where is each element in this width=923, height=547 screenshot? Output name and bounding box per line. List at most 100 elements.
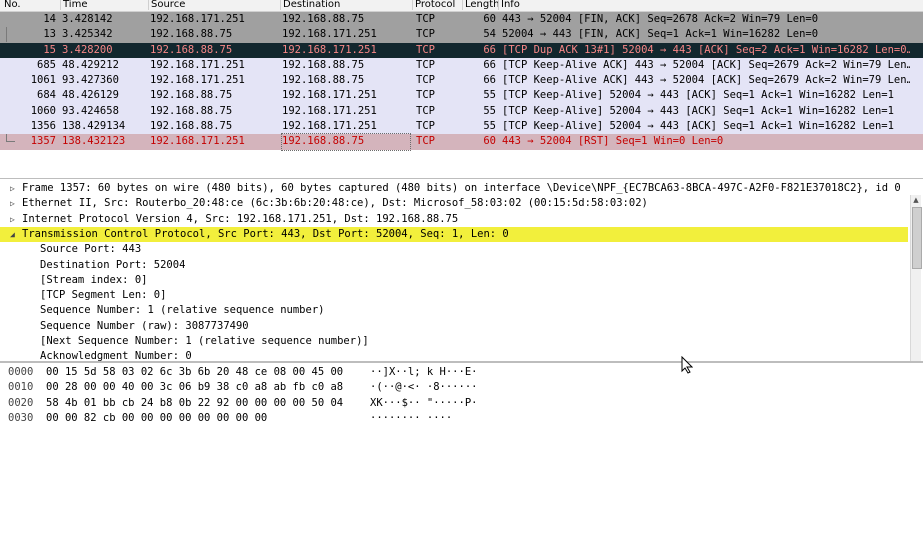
bytes-offset: 0010 [8, 381, 34, 394]
packet-row[interactable]: 685 48.429212 192.168.171.251 192.168.88.75… [0, 57, 923, 74]
packet-len-cell: 60 [483, 13, 496, 25]
packet-no-cell: 13 [43, 28, 56, 41]
packet-dst-cell: 192.168.171.251 [282, 120, 377, 133]
packet-no-cell: 1357 [30, 135, 56, 148]
packet-len-cell: 55 [483, 104, 496, 117]
tcp-field-label: Sequence Number: 1 (relative sequence nu… [40, 304, 325, 317]
column-header-source[interactable]: Source [148, 0, 185, 10]
detail-tree-label: Internet Protocol Version 4, Src: 192.16… [22, 212, 459, 225]
packet-info-cell: 52004 → 443 [FIN, ACK] Seq=1 Ack=1 Win=1… [502, 28, 819, 41]
collapsed-arrow-icon[interactable]: ▷ [10, 212, 16, 227]
tcp-field-label: Acknowledgment Number: 0 [40, 350, 192, 362]
bytes-hex: 00 15 5d 58 03 02 6c 3b 6b 20 48 ce 08 0… [46, 366, 344, 378]
packet-dst-cell: 192.168.171.251 [282, 43, 377, 56]
packet-row[interactable]: 1357 138.432123 192.168.171.251 192.168.88.… [0, 133, 923, 151]
tcp-field-label: Sequence Number (raw): 3087737490 [40, 319, 249, 332]
packet-proto-cell: TCP [416, 28, 435, 41]
bytes-offset: 0030 [8, 411, 34, 424]
bytes-ascii: ·(··@·<· ·8······ [370, 381, 478, 394]
packet-dst-cell: 192.168.88.75 [282, 13, 365, 25]
packet-proto-cell: TCP [416, 58, 435, 71]
packet-len-cell: 66 [483, 58, 496, 71]
packet-no-cell: 14 [43, 13, 56, 25]
detail-tree-label: Ethernet II, Src: Routerbo_20:48:ce (6c:… [22, 197, 648, 210]
packet-details-pane[interactable]: ▷ Frame 1357: 60 bytes on wire (480 bits)… [0, 178, 923, 362]
packet-src-cell: 192.168.88.75 [150, 89, 233, 102]
packet-src-cell: 192.168.171.251 [150, 74, 245, 87]
packet-dst-cell: 192.168.171.251 [282, 28, 377, 41]
collapsed-arrow-icon[interactable]: ▷ [10, 181, 16, 196]
packet-src-cell: 192.168.88.75 [150, 43, 233, 56]
packet-time-cell: 138.432123 [62, 135, 126, 148]
column-header-protocol[interactable]: Protocol [412, 0, 455, 10]
scroll-up-arrow-icon[interactable]: ▲ [911, 195, 921, 205]
collapsed-arrow-icon[interactable]: ▷ [10, 196, 16, 211]
bytes-offset: 0000 [8, 366, 34, 378]
packet-info-cell: 443 → 52004 [RST] Seq=1 Win=0 Len=0 [502, 135, 724, 148]
tcp-field-label: Destination Port: 52004 [40, 258, 186, 271]
packet-len-cell: 54 [483, 28, 496, 41]
bytes-row[interactable]: 0030 00 00 82 cb 00 00 00 00 00 00 00 00 ·… [0, 411, 900, 426]
detail-tree-item[interactable]: ◢ Transmission Control Protocol, Src Port… [0, 226, 908, 242]
detail-tree-label: Frame 1357: 60 bytes on wire (480 bits),… [22, 182, 901, 194]
tcp-field-label: Source Port: 443 [40, 243, 142, 256]
details-scrollbar[interactable]: ▲ ▼ [910, 195, 922, 361]
column-header-no[interactable]: No. [4, 0, 21, 10]
mouse-pointer-icon [681, 356, 693, 374]
packet-row[interactable]: 14 3.428142 192.168.171.251 192.168.88.75 TC… [0, 12, 923, 28]
packet-row[interactable]: 684 48.426129 192.168.88.75 192.168.171.251… [0, 88, 923, 104]
packet-row[interactable]: 15 3.428200 192.168.88.75 192.168.171.251 TC… [0, 42, 923, 58]
bytes-ascii: XK···$·· "·····P· [370, 396, 478, 409]
packet-row[interactable]: 1061 93.427360 192.168.171.251 192.168.88.7… [0, 73, 923, 89]
bytes-row[interactable]: 0000 00 15 5d 58 03 02 6c 3b 6b 20 48 ce … [0, 365, 900, 380]
packet-src-cell: 192.168.171.251 [150, 135, 245, 148]
packet-time-cell: 3.428142 [62, 13, 113, 25]
packet-proto-cell: TCP [416, 120, 435, 133]
packet-src-cell: 192.168.88.75 [150, 120, 233, 133]
packet-src-cell: 192.168.171.251 [150, 58, 245, 71]
packet-src-cell: 192.168.88.75 [150, 28, 233, 41]
packet-row[interactable]: 13 3.425342 192.168.88.75 192.168.171.251 TC… [0, 27, 923, 43]
bytes-hex: 58 4b 01 bb cb 24 b8 0b 22 92 00 00 00 0… [46, 396, 344, 409]
packet-proto-cell: TCP [416, 74, 435, 87]
packet-len-cell: 55 [483, 120, 496, 133]
packet-info-cell: 443 → 52004 [FIN, ACK] Seq=2678 Ack=2 Wi… [502, 13, 819, 25]
bytes-offset: 0020 [8, 396, 34, 409]
bytes-ascii: ········ ···· [370, 411, 453, 424]
packet-bytes-pane[interactable]: 0000 00 15 5d 58 03 02 6c 3b 6b 20 48 ce … [0, 362, 923, 547]
packet-no-cell: 684 [37, 89, 56, 102]
column-header-time[interactable]: Time [60, 0, 87, 10]
packet-info-cell: [TCP Keep-Alive] 52004 → 443 [ACK] Seq=1… [502, 120, 894, 133]
bytes-hex: 00 28 00 00 40 00 3c 06 b9 38 c0 a8 ab f… [46, 381, 344, 394]
packet-list[interactable]: No. Time Source Destination Protocol Len… [0, 0, 923, 183]
column-header-info[interactable]: Info [498, 0, 520, 10]
column-header-length[interactable]: Length [462, 0, 500, 10]
packet-info-cell: [TCP Keep-Alive ACK] 443 → 52004 [ACK] S… [502, 58, 910, 71]
packet-len-cell: 66 [483, 74, 496, 87]
packet-rows: 14 3.428142 192.168.171.251 192.168.88.75 TC… [0, 12, 923, 151]
packet-list-header: No. Time Source Destination Protocol Len… [0, 0, 923, 12]
packet-row[interactable]: 1060 93.424658 192.168.88.75 192.168.171.25… [0, 103, 923, 120]
packet-len-cell: 55 [483, 89, 496, 102]
packet-row[interactable]: 1356 138.429134 192.168.88.75 192.168.171.2… [0, 119, 923, 135]
packet-dst-cell: 192.168.88.75 [282, 58, 365, 71]
packet-proto-cell: TCP [416, 135, 435, 148]
column-header-destination[interactable]: Destination [280, 0, 340, 10]
packet-info-cell: [TCP Dup ACK 13#1] 52004 → 443 [ACK] Seq… [502, 43, 910, 56]
packet-dst-cell: 192.168.88.75 [282, 74, 365, 87]
packet-time-cell: 3.428200 [62, 43, 113, 56]
bytes-row[interactable]: 0020 58 4b 01 bb cb 24 b8 0b 22 92 00 00 … [0, 396, 900, 411]
tcp-field-label: [TCP Segment Len: 0] [40, 289, 167, 302]
detail-tree-label: Transmission Control Protocol, Src Port:… [22, 227, 509, 240]
packet-proto-cell: TCP [416, 43, 435, 56]
expanded-arrow-icon[interactable]: ◢ [10, 227, 16, 242]
packet-dst-cell: 192.168.171.251 [282, 104, 377, 117]
packet-info-cell: [TCP Keep-Alive ACK] 443 → 52004 [ACK] S… [502, 74, 910, 87]
packet-info-cell: [TCP Keep-Alive] 52004 → 443 [ACK] Seq=1… [502, 89, 894, 102]
scroll-thumb[interactable] [912, 207, 922, 269]
packet-proto-cell: TCP [416, 89, 435, 102]
packet-time-cell: 48.426129 [62, 89, 119, 102]
bytes-ascii: ··]X··l; k H···E· [370, 366, 478, 378]
packet-time-cell: 93.427360 [62, 74, 119, 87]
bytes-row[interactable]: 0010 00 28 00 00 40 00 3c 06 b9 38 c0 a8 … [0, 380, 900, 395]
